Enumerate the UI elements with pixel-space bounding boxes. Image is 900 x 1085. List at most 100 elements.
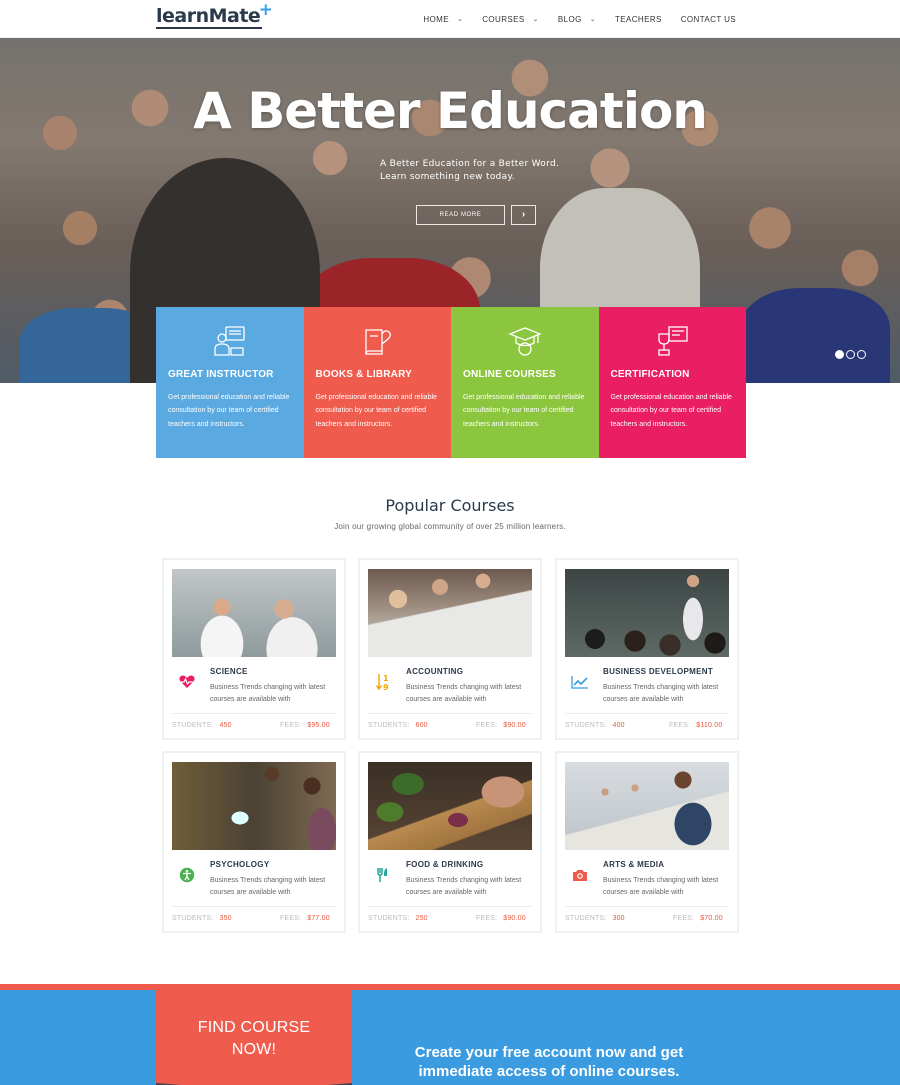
course-fees: FEES: $110.00 (669, 722, 722, 729)
course-card-business-development[interactable]: BUSINESS DEVELOPMENT Business Trends cha… (555, 558, 739, 740)
camera-icon (568, 863, 592, 887)
create-account-line1: Create your free account now and get (414, 1044, 684, 1061)
feature-text: Get professional education and reliable … (315, 394, 437, 428)
feature-great-instructor[interactable]: GREAT INSTRUCTOR Get professional educat… (156, 307, 304, 458)
signup-banner: FIND COURSE NOW! Create your free accoun… (0, 984, 900, 1085)
chevron-down-icon: ⌄ (589, 16, 596, 23)
course-fees: FEES: $95.00 (280, 722, 330, 729)
create-account-text: Create your free account now and get imm… (352, 1043, 746, 1081)
chevron-down-icon: ⌄ (532, 16, 539, 23)
site-logo[interactable]: learnMate + (156, 0, 273, 29)
feature-text: Get professional education and reliable … (610, 394, 732, 428)
students-label: STUDENTS: (172, 915, 214, 922)
logo-plus-icon: + (258, 0, 273, 20)
course-card-arts-media[interactable]: ARTS & MEDIA Business Trends changing wi… (555, 751, 739, 933)
popular-courses-title: Popular Courses (385, 496, 515, 515)
feature-title: GREAT INSTRUCTOR (168, 369, 274, 380)
course-card-food-drinking[interactable]: FOOD & DRINKING Business Trends changing… (358, 751, 542, 933)
fees-label: FEES: (673, 915, 695, 922)
popular-courses-subtitle: Join our growing global community of ove… (334, 522, 566, 531)
fees-amount: $110.00 (696, 722, 723, 729)
course-title[interactable]: SCIENCE (210, 667, 248, 676)
course-title[interactable]: ARTS & MEDIA (603, 860, 664, 869)
feature-certification[interactable]: CERTIFICATION Get professional education… (598, 307, 747, 458)
find-course-line1: FIND COURSE (197, 1019, 311, 1036)
slider-dot-3[interactable] (857, 350, 866, 359)
hero-subtitle-line1: A Better Education for a Better Word. (380, 159, 560, 169)
feature-title: BOOKS & LIBRARY (315, 369, 413, 380)
graduation-cap-icon (451, 324, 599, 358)
feature-books-library[interactable]: BOOKS & LIBRARY Get professional educati… (303, 307, 451, 458)
nav-contact-us[interactable]: CONTACT US (681, 15, 736, 24)
students-label: STUDENTS: (565, 722, 607, 729)
nav-home[interactable]: HOME ⌄ (423, 15, 463, 24)
svg-text:1: 1 (383, 674, 389, 683)
nav-contact-label: CONTACT US (680, 14, 736, 24)
slider-dots (835, 350, 866, 359)
course-image-science (172, 569, 336, 657)
course-students: STUDENTS: 250 (368, 915, 428, 922)
fees-label: FEES: (476, 915, 498, 922)
cutlery-icon (371, 863, 395, 887)
main-nav: HOME ⌄ COURSES ⌄ BLOG ⌄ TEACHERS CONTACT US (404, 0, 736, 38)
students-label: STUDENTS: (172, 722, 214, 729)
course-image-accounting (368, 569, 532, 657)
chevron-down-icon: ⌄ (456, 16, 464, 23)
feature-online-courses[interactable]: ONLINE COURSES Get professional educatio… (451, 307, 599, 458)
card-divider (565, 713, 729, 714)
find-course-box[interactable]: FIND COURSE NOW! (156, 984, 352, 1085)
course-description: Business Trends changing with latest cou… (406, 877, 522, 896)
trophy-certificate-icon (599, 324, 747, 358)
hero-title: A Better Education (193, 82, 708, 140)
read-more-button[interactable]: READ MORE (416, 205, 505, 225)
slider-dot-1[interactable] (835, 350, 844, 359)
course-title[interactable]: PSYCHOLOGY (210, 860, 269, 869)
nav-blog[interactable]: BLOG ⌄ (558, 15, 596, 24)
course-card-accounting[interactable]: 19 ACCOUNTING Business Trends changing w… (358, 558, 542, 740)
course-students: STUDENTS: 300 (565, 915, 625, 922)
hero-subtitle: A Better Education for a Better Word. Le… (380, 158, 559, 184)
accessibility-icon (175, 863, 199, 887)
course-card-science[interactable]: SCIENCE Business Trends changing with la… (162, 558, 346, 740)
slider-dot-2[interactable] (846, 350, 855, 359)
course-image-food-drinking (368, 762, 532, 850)
course-description: Business Trends changing with latest cou… (210, 877, 326, 896)
students-count: 450 (219, 722, 232, 729)
course-fees: FEES: $77.00 (280, 915, 330, 922)
fees-label: FEES: (280, 915, 302, 922)
fees-amount: $70.00 (700, 915, 723, 922)
feature-boxes: GREAT INSTRUCTOR Get professional educat… (156, 307, 746, 458)
students-count: 600 (415, 722, 428, 729)
students-count: 350 (219, 915, 232, 922)
nav-courses[interactable]: COURSES ⌄ (482, 15, 539, 24)
feature-text: Get professional education and reliable … (463, 394, 585, 428)
fees-label: FEES: (280, 722, 302, 729)
students-label: STUDENTS: (368, 722, 410, 729)
course-students: STUDENTS: 400 (565, 722, 625, 729)
course-fees: FEES: $90.00 (476, 722, 526, 729)
students-count: 300 (612, 915, 625, 922)
course-title[interactable]: BUSINESS DEVELOPMENT (603, 667, 713, 676)
course-title[interactable]: ACCOUNTING (406, 667, 463, 676)
fees-label: FEES: (476, 722, 498, 729)
course-image-psychology (172, 762, 336, 850)
chevron-right-icon[interactable]: › (511, 205, 536, 225)
heartbeat-icon (175, 670, 199, 694)
students-label: STUDENTS: (368, 915, 410, 922)
fees-label: FEES: (669, 722, 691, 729)
nav-teachers-label: TEACHERS (614, 14, 662, 24)
card-divider (172, 713, 336, 714)
feature-title: ONLINE COURSES (463, 369, 556, 380)
course-image-arts-media (565, 762, 729, 850)
card-divider (368, 713, 532, 714)
nav-teachers[interactable]: TEACHERS (615, 15, 662, 24)
course-description: Business Trends changing with latest cou… (603, 877, 719, 896)
students-count: 250 (415, 915, 428, 922)
students-label: STUDENTS: (565, 915, 607, 922)
course-title[interactable]: FOOD & DRINKING (406, 860, 483, 869)
course-card-psychology[interactable]: PSYCHOLOGY Business Trends changing with… (162, 751, 346, 933)
course-fees: FEES: $70.00 (673, 915, 723, 922)
course-students: STUDENTS: 350 (172, 915, 232, 922)
course-description: Business Trends changing with latest cou… (210, 684, 326, 703)
nav-courses-label: COURSES (482, 14, 525, 24)
